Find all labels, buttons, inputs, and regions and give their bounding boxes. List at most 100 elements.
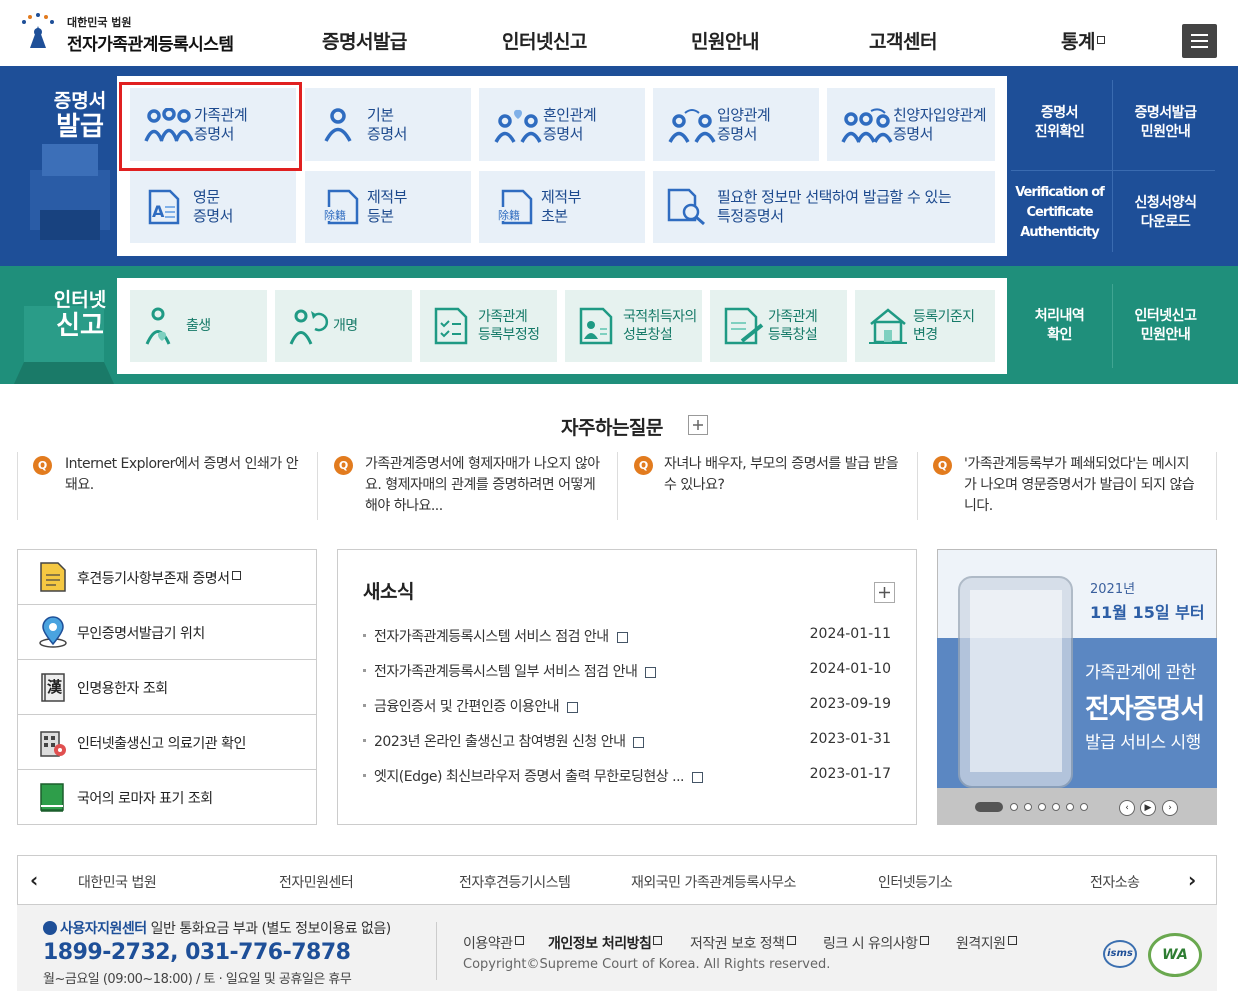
slide-indicator[interactable] (1010, 803, 1018, 811)
faq-q-badge: Q (33, 456, 52, 475)
banner-next-button[interactable]: › (1162, 800, 1178, 816)
divider (17, 452, 18, 520)
sites-prev-button[interactable]: ‹ (30, 868, 38, 892)
faq-item[interactable]: Q Internet Explorer에서 증명서 인쇄가 안돼요. (18, 452, 318, 520)
tile-basic[interactable]: 기본 증명서 (305, 88, 471, 161)
tile-full-adoption[interactable]: 친양자입양관계 증명서 (827, 88, 995, 161)
footer-link-text: 이용약관 (463, 936, 513, 952)
faq-item[interactable]: Q 자녀나 배우자, 부모의 증명서를 발급 받을 수 있나요? (618, 452, 918, 520)
news-item[interactable]: 전자가족관계등록시스템 일부 서비스 점검 안내 2024-01-10 (363, 661, 893, 683)
tile-specific-certificate[interactable]: 필요한 정보만 선택하여 발급할 수 있는 특정증명서 (653, 171, 995, 243)
quick-link-romanization[interactable]: 국어의 로마자 표기 조회 (18, 770, 316, 825)
quick-link-guardianship[interactable]: 후견등기사항부존재 증명서 (18, 550, 316, 605)
external-link-icon (786, 936, 796, 945)
banner-play-button[interactable]: ▶ (1140, 800, 1156, 816)
faq-more-button[interactable] (688, 415, 708, 435)
news-item[interactable]: 금융인증서 및 간편인증 이용안내 2023-09-19 (363, 696, 893, 718)
internet-title-line1: 인터넷 (53, 289, 107, 311)
tile-removed-abstract[interactable]: 除籍 제적부 초본 (479, 171, 645, 243)
faq-item[interactable]: Q 가족관계증명서에 형제자매가 나오지 않아요. 형제자매의 관계를 증명하려면… (318, 452, 618, 520)
slide-indicator[interactable] (1080, 803, 1088, 811)
footer-link-link-notice[interactable]: 링크 시 유의사항 (823, 933, 929, 953)
play-icon: ▶ (1144, 803, 1152, 813)
external-link-icon (514, 936, 524, 945)
tile-naturalization-surname[interactable]: 국적취득자의 성본창설 (565, 290, 702, 362)
footer-link-remote-support[interactable]: 원격지원 (956, 933, 1017, 953)
isms-badge-icon: isms (1103, 940, 1137, 968)
slide-indicator[interactable] (1038, 803, 1046, 811)
site-link-e-litigation[interactable]: 전자소송 (1090, 872, 1140, 892)
certificate-guide-button[interactable]: 증명서발급 민원안내 (1113, 76, 1218, 170)
news-item-title: 2023년 온라인 출생신고 참여병원 신청 안내 (374, 734, 626, 750)
document-icon (567, 701, 579, 713)
chevron-left-icon: ‹ (1125, 803, 1129, 813)
sites-next-button[interactable]: › (1188, 868, 1196, 892)
nav-internet-report[interactable]: 인터넷신고 (502, 27, 587, 54)
tile-rename[interactable]: 개명 (275, 290, 412, 362)
verification-authenticity-button[interactable]: Verification of Certificate Authenticity (1007, 170, 1112, 256)
faq-item[interactable]: Q '가족관계등록부가 폐쇄되었다'는 메시지가 나오며 영문증명서가 발급이 되… (918, 452, 1218, 520)
hamburger-icon-line (1191, 46, 1208, 48)
side-label: 인터넷신고 (1134, 308, 1197, 324)
house-icon (869, 308, 907, 344)
tile-english[interactable]: A 영문 증명서 (130, 171, 296, 243)
footer-link-terms[interactable]: 이용약관 (463, 933, 524, 953)
nav-customer-center[interactable]: 고객센터 (869, 27, 937, 54)
support-phone: 1899-2732, 031-776-7878 (43, 940, 351, 965)
quick-link-hanja[interactable]: 漢 인명용한자 조회 (18, 660, 316, 715)
nav-civil-guide[interactable]: 민원안내 (691, 27, 759, 54)
site-link-guardianship[interactable]: 전자후견등기시스템 (459, 872, 571, 892)
web-accessibility-badge-icon: WA (1148, 933, 1202, 977)
slide-indicator-active[interactable] (975, 802, 1003, 812)
verify-certificate-button[interactable]: 증명서 진위확인 (1007, 76, 1112, 170)
tile-register-creation[interactable]: 가족관계 등록창설 (710, 290, 847, 362)
chevron-right-icon: › (1188, 868, 1197, 892)
footer-link-privacy[interactable]: 개인정보 처리방침 (548, 933, 663, 953)
certificate-title-line2: 발급 (56, 112, 104, 142)
tile-register-correction[interactable]: 가족관계 등록부정정 (420, 290, 557, 362)
slide-indicator[interactable] (1024, 803, 1032, 811)
tile-marriage[interactable]: 혼인관계 증명서 (479, 88, 645, 161)
tile-label: 입양관계 (717, 105, 771, 124)
site-link-registry[interactable]: 인터넷등기소 (878, 872, 953, 892)
nav-statistics[interactable]: 통계 (1061, 27, 1105, 54)
internet-report-guide-button[interactable]: 인터넷신고 민원안내 (1113, 278, 1218, 374)
internet-section-title: 인터넷 신고 (30, 285, 130, 341)
tile-birth[interactable]: 출생 (130, 290, 267, 362)
english-doc-icon: A (148, 189, 180, 225)
quick-link-kiosk-location[interactable]: 무인증명서발급기 위치 (18, 605, 316, 660)
tile-removed-copy[interactable]: 除籍 제적부 등본 (305, 171, 471, 243)
quick-links: 후견등기사항부존재 증명서 무인증명서발급기 위치 漢 인명용한자 조회 인터넷… (17, 549, 317, 825)
news-more-button[interactable] (874, 582, 895, 603)
site-link-court[interactable]: 대한민국 법원 (78, 872, 157, 892)
menu-button[interactable] (1182, 24, 1217, 58)
tile-label: 필요한 정보만 선택하여 발급할 수 있는 (717, 188, 952, 206)
news-item[interactable]: 엣지(Edge) 최신브라우저 증명서 출력 무한로딩현상 ... 2023-01… (363, 766, 893, 788)
banner-prev-button[interactable]: ‹ (1119, 800, 1135, 816)
slide-indicator[interactable] (1052, 803, 1060, 811)
tile-domicile-change[interactable]: 등록기준지 변경 (855, 290, 995, 362)
hamburger-icon-line (1191, 40, 1208, 42)
logo-title[interactable]: 전자가족관계등록시스템 (67, 30, 234, 55)
site-link-e-civil[interactable]: 전자민원센터 (279, 872, 354, 892)
news-title: 새소식 (363, 581, 414, 603)
slide-indicator[interactable] (1066, 803, 1074, 811)
svg-text:A: A (152, 202, 165, 221)
footer-link-copyright[interactable]: 저작권 보호 정책 (690, 933, 796, 953)
plus-icon (879, 587, 890, 598)
site-link-overseas[interactable]: 재외국민 가족관계등록사무소 (631, 872, 796, 892)
external-link-icon (1007, 936, 1017, 945)
rename-icon (289, 309, 329, 345)
tile-label: 출생 (186, 318, 211, 334)
green-book-icon (40, 783, 64, 812)
process-history-button[interactable]: 처리내역 확인 (1007, 278, 1112, 374)
tile-label: 특정증명서 (717, 207, 784, 225)
tile-adoption[interactable]: 입양관계 증명서 (653, 88, 819, 161)
news-item[interactable]: 2023년 온라인 출생신고 참여병원 신청 안내 2023-01-31 (363, 731, 893, 753)
news-item-date: 2024-01-11 (809, 626, 891, 642)
form-download-button[interactable]: 신청서양식 다운로드 (1113, 170, 1218, 256)
quick-link-hospital-check[interactable]: 인터넷출생신고 의료기관 확인 (18, 715, 316, 770)
news-item[interactable]: 전자가족관계등록시스템 서비스 점검 안내 2024-01-11 (363, 626, 893, 648)
nav-certificate[interactable]: 증명서발급 (322, 27, 407, 54)
court-emblem-icon[interactable] (16, 12, 60, 52)
